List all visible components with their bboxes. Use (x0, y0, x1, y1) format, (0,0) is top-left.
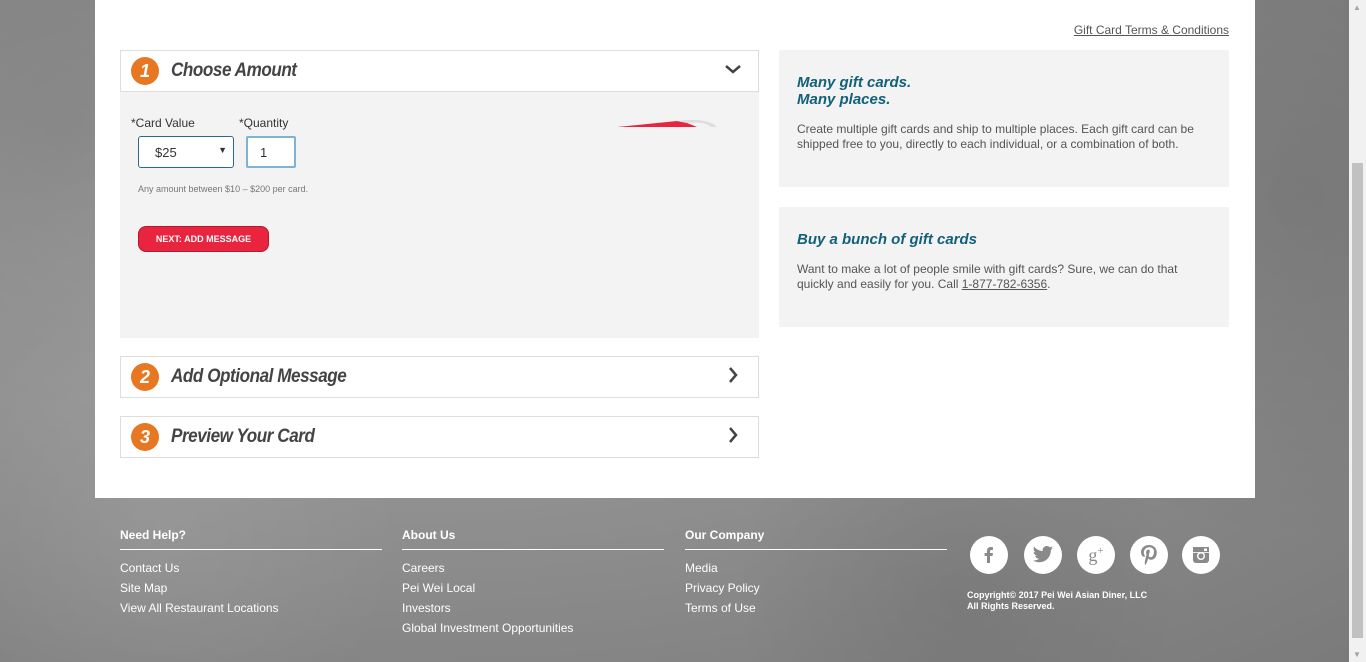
step-choose-amount-header[interactable]: 1 Choose Amount (120, 50, 759, 92)
instagram-icon[interactable] (1182, 536, 1220, 574)
choose-amount-body: *Card Value *Quantity $25 ▼ 1 Any amount… (120, 92, 759, 338)
amount-hint: Any amount between $10 – $200 per card. (138, 184, 309, 194)
next-add-message-button[interactable]: NEXT: ADD MESSAGE (138, 226, 269, 252)
careers-link[interactable]: Careers (402, 558, 664, 578)
copyright-text: Copyright© 2017 Pei Wei Asian Diner, LLC… (967, 590, 1147, 612)
page-scrollbar[interactable]: ▲ ▼ (1349, 0, 1366, 662)
footer-heading: Our Company (685, 528, 947, 550)
step-number-3: 3 (131, 423, 159, 451)
info-title: Buy a bunch of gift cards (797, 231, 978, 248)
step-title-3: Preview Your Card (171, 426, 315, 447)
footer-heading: Need Help? (120, 528, 382, 550)
info-title-line2: Many places. (797, 91, 891, 108)
site-map-link[interactable]: Site Map (120, 578, 382, 598)
pinterest-icon[interactable] (1130, 536, 1168, 574)
restaurant-locations-link[interactable]: View All Restaurant Locations (120, 598, 382, 618)
twitter-icon[interactable] (1024, 536, 1062, 574)
terms-of-use-link[interactable]: Terms of Use (685, 598, 947, 618)
card-value-select[interactable]: $25 ▼ (138, 136, 234, 168)
phone-link[interactable]: 1-877-782-6356 (962, 277, 1047, 291)
info-text-end: . (1047, 277, 1051, 291)
info-buy-bunch: Buy a bunch of gift cards Want to make a… (779, 207, 1229, 327)
footer-need-help: Need Help? Contact Us Site Map View All … (120, 528, 382, 618)
main-panel: Gift Card Terms & Conditions 1 Choose Am… (95, 0, 1255, 498)
contact-us-link[interactable]: Contact Us (120, 558, 382, 578)
card-value-selected: $25 (155, 145, 177, 160)
scroll-down-icon[interactable]: ▼ (1353, 650, 1361, 659)
step-number-1: 1 (131, 57, 159, 85)
google-plus-icon[interactable]: g+ (1077, 536, 1115, 574)
terms-conditions-link[interactable]: Gift Card Terms & Conditions (1074, 23, 1229, 37)
pei-wei-local-link[interactable]: Pei Wei Local (402, 578, 664, 598)
step-number-2: 2 (131, 363, 159, 391)
quantity-label: *Quantity (239, 116, 289, 130)
investors-link[interactable]: Investors (402, 598, 664, 618)
dropdown-arrow-icon: ▼ (218, 145, 227, 155)
step-title-1: Choose Amount (171, 60, 297, 81)
step-add-message-header[interactable]: 2 Add Optional Message (120, 356, 759, 398)
card-value-label: *Card Value (131, 116, 195, 130)
copyright-line1: Copyright© 2017 Pei Wei Asian Diner, LLC (967, 590, 1148, 600)
quantity-input[interactable]: 1 (246, 136, 296, 168)
media-link[interactable]: Media (685, 558, 947, 578)
chevron-right-icon (724, 366, 742, 390)
global-investment-link[interactable]: Global Investment Opportunities (402, 618, 664, 638)
facebook-icon[interactable] (970, 536, 1008, 574)
scroll-up-icon[interactable]: ▲ (1353, 3, 1361, 12)
info-text: Create multiple gift cards and ship to m… (797, 122, 1194, 151)
gift-card-image (617, 119, 717, 127)
step-title-2: Add Optional Message (171, 366, 347, 387)
info-title-line1: Many gift cards. (797, 74, 912, 91)
info-text: Want to make a lot of people smile with … (797, 262, 1211, 292)
privacy-policy-link[interactable]: Privacy Policy (685, 578, 947, 598)
footer-about-us: About Us Careers Pei Wei Local Investors… (402, 528, 664, 638)
info-many-gift-cards: Many gift cards. Many places. Create mul… (779, 50, 1229, 187)
chevron-right-icon (724, 426, 742, 450)
chevron-down-icon (724, 60, 742, 84)
footer-heading: About Us (402, 528, 664, 550)
footer-our-company: Our Company Media Privacy Policy Terms o… (685, 528, 947, 618)
scrollbar-thumb[interactable] (1352, 163, 1363, 638)
step-preview-card-header[interactable]: 3 Preview Your Card (120, 416, 759, 458)
copyright-line2: All Rights Reserved. (967, 601, 1055, 611)
